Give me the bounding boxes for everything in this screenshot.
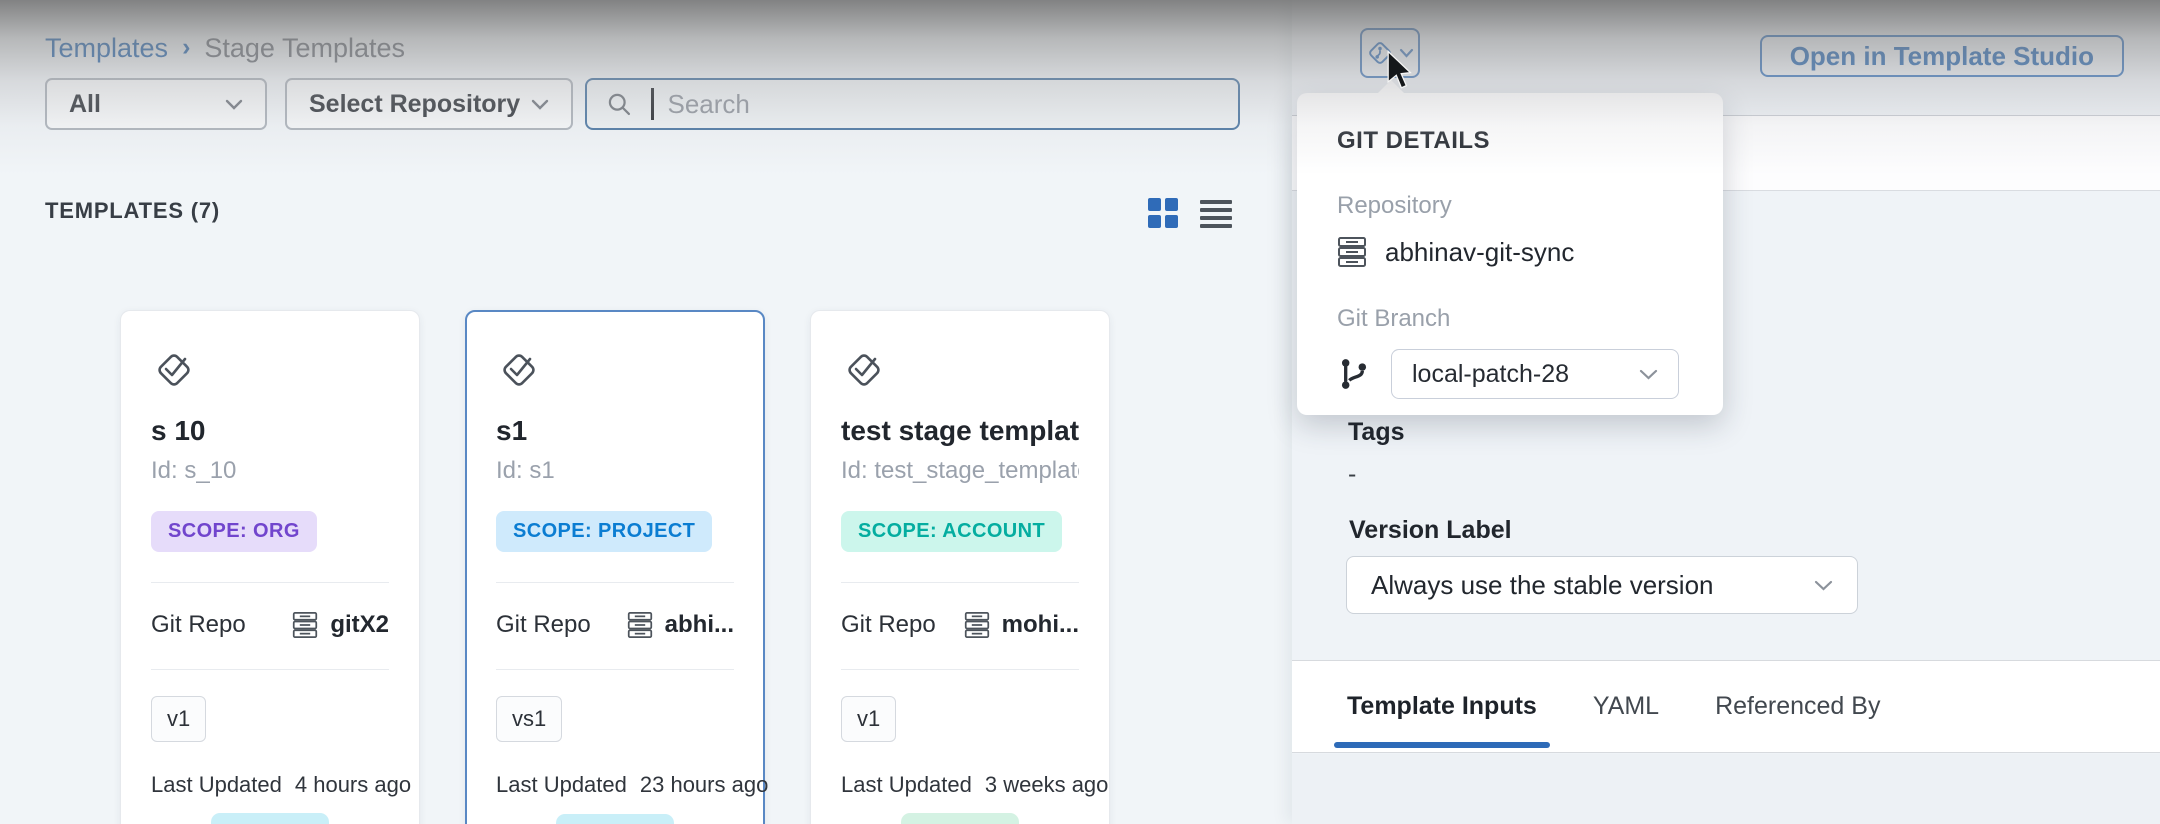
last-updated-label: Last Updated: [496, 772, 627, 798]
repository-icon: [964, 611, 990, 639]
tags-label: Tags: [1348, 418, 1405, 447]
git-repo-label: Git Repo: [841, 611, 936, 639]
git-branch-dropdown[interactable]: local-patch-28: [1391, 349, 1679, 399]
git-details-button[interactable]: [1360, 28, 1420, 78]
templates-page: Templates › Stage Templates All Select R…: [0, 0, 2160, 824]
git-repo-label: Git Repo: [496, 611, 591, 639]
breadcrumb: Templates › Stage Templates: [45, 33, 405, 64]
list-view-icon[interactable]: [1199, 197, 1233, 229]
scope-badge: SCOPE: ACCOUNT: [841, 511, 1062, 552]
templates-count-heading: TEMPLATES (7): [45, 198, 220, 224]
popover-title: GIT DETAILS: [1337, 127, 1683, 155]
repository-filter-dropdown[interactable]: Select Repository: [285, 78, 573, 130]
breadcrumb-current: Stage Templates: [204, 33, 405, 64]
breadcrumb-separator-icon: ›: [182, 33, 190, 62]
open-in-template-studio-button[interactable]: Open in Template Studio: [1760, 35, 2124, 77]
divider: [496, 582, 734, 583]
version-chip: v1: [151, 696, 206, 742]
chevron-down-icon: [1639, 369, 1658, 380]
git-repo-label: Git Repo: [151, 611, 246, 639]
type-filter-value: All: [69, 90, 101, 119]
divider: [841, 669, 1079, 670]
text-cursor: [651, 88, 654, 120]
template-title: test stage template ...: [841, 415, 1079, 447]
repository-icon: [627, 611, 653, 639]
git-sync-icon: [1366, 39, 1394, 67]
template-icon: [151, 345, 197, 391]
chevron-down-icon: [1814, 580, 1833, 591]
repository-label: Repository: [1337, 192, 1683, 220]
git-repo-value: abhi...: [665, 611, 734, 639]
version-label: Version Label: [1349, 516, 1512, 545]
stable-badge: [901, 813, 1019, 824]
template-id: Id: s1: [496, 457, 734, 485]
chevron-down-icon: [531, 99, 549, 110]
template-list-panel: Templates › Stage Templates All Select R…: [0, 0, 1292, 824]
last-updated-value: 23 hours ago: [640, 772, 768, 798]
template-id: Id: test_stage_template_...: [841, 457, 1079, 485]
tags-value: -: [1348, 460, 1356, 489]
template-details-panel: Open in Template Studio GIT DETAILS Repo…: [1292, 0, 2160, 824]
git-repo-value: mohi...: [1002, 611, 1079, 639]
version-dropdown[interactable]: Always use the stable version: [1346, 556, 1858, 614]
grid-view-icon[interactable]: [1147, 197, 1179, 229]
stable-badge: [211, 813, 329, 824]
chevron-down-icon: [225, 99, 243, 110]
repository-icon: [292, 611, 318, 639]
template-card-s10[interactable]: s 10 Id: s_10 SCOPE: ORG Git Repo gitX2 …: [120, 310, 420, 824]
search-input[interactable]: Search: [585, 78, 1240, 130]
git-repo-value: gitX2: [330, 611, 389, 639]
version-chip: vs1: [496, 696, 562, 742]
last-updated-label: Last Updated: [151, 772, 282, 798]
divider: [841, 582, 1079, 583]
template-title: s 10: [151, 415, 389, 447]
template-id: Id: s_10: [151, 457, 389, 485]
search-icon: [605, 90, 633, 118]
tab-template-inputs[interactable]: Template Inputs: [1347, 661, 1537, 752]
breadcrumb-templates-link[interactable]: Templates: [45, 33, 168, 64]
template-icon: [841, 345, 887, 391]
repository-icon: [1337, 236, 1367, 268]
search-placeholder: Search: [668, 89, 750, 120]
scope-badge: SCOPE: ORG: [151, 511, 317, 552]
last-updated-value: 4 hours ago: [295, 772, 411, 798]
scope-badge: SCOPE: PROJECT: [496, 511, 712, 552]
template-card-test-stage[interactable]: test stage template ... Id: test_stage_t…: [810, 310, 1110, 824]
git-branch-value: local-patch-28: [1412, 360, 1569, 389]
type-filter-dropdown[interactable]: All: [45, 78, 267, 130]
version-value: Always use the stable version: [1371, 570, 1714, 601]
chevron-down-icon: [1399, 48, 1414, 58]
repository-value: abhinav-git-sync: [1385, 237, 1574, 268]
tab-content-area: [1292, 754, 2160, 824]
git-branch-label: Git Branch: [1337, 305, 1683, 333]
tab-referenced-by[interactable]: Referenced By: [1715, 661, 1880, 752]
details-tabbar: Template Inputs YAML Referenced By: [1292, 660, 2160, 753]
repository-filter-value: Select Repository: [309, 90, 520, 119]
template-card-s1[interactable]: s1 Id: s1 SCOPE: PROJECT Git Repo abhi..…: [465, 310, 765, 824]
stable-badge: [556, 814, 674, 824]
divider: [151, 582, 389, 583]
git-details-popover: GIT DETAILS Repository abhinav-git-sync …: [1297, 93, 1723, 415]
divider: [151, 669, 389, 670]
git-branch-icon: [1337, 356, 1371, 392]
tab-yaml[interactable]: YAML: [1593, 661, 1659, 752]
divider: [496, 669, 734, 670]
last-updated-value: 3 weeks ago: [985, 772, 1109, 798]
template-title: s1: [496, 415, 734, 447]
template-icon: [496, 345, 542, 391]
last-updated-label: Last Updated: [841, 772, 972, 798]
version-chip: v1: [841, 696, 896, 742]
